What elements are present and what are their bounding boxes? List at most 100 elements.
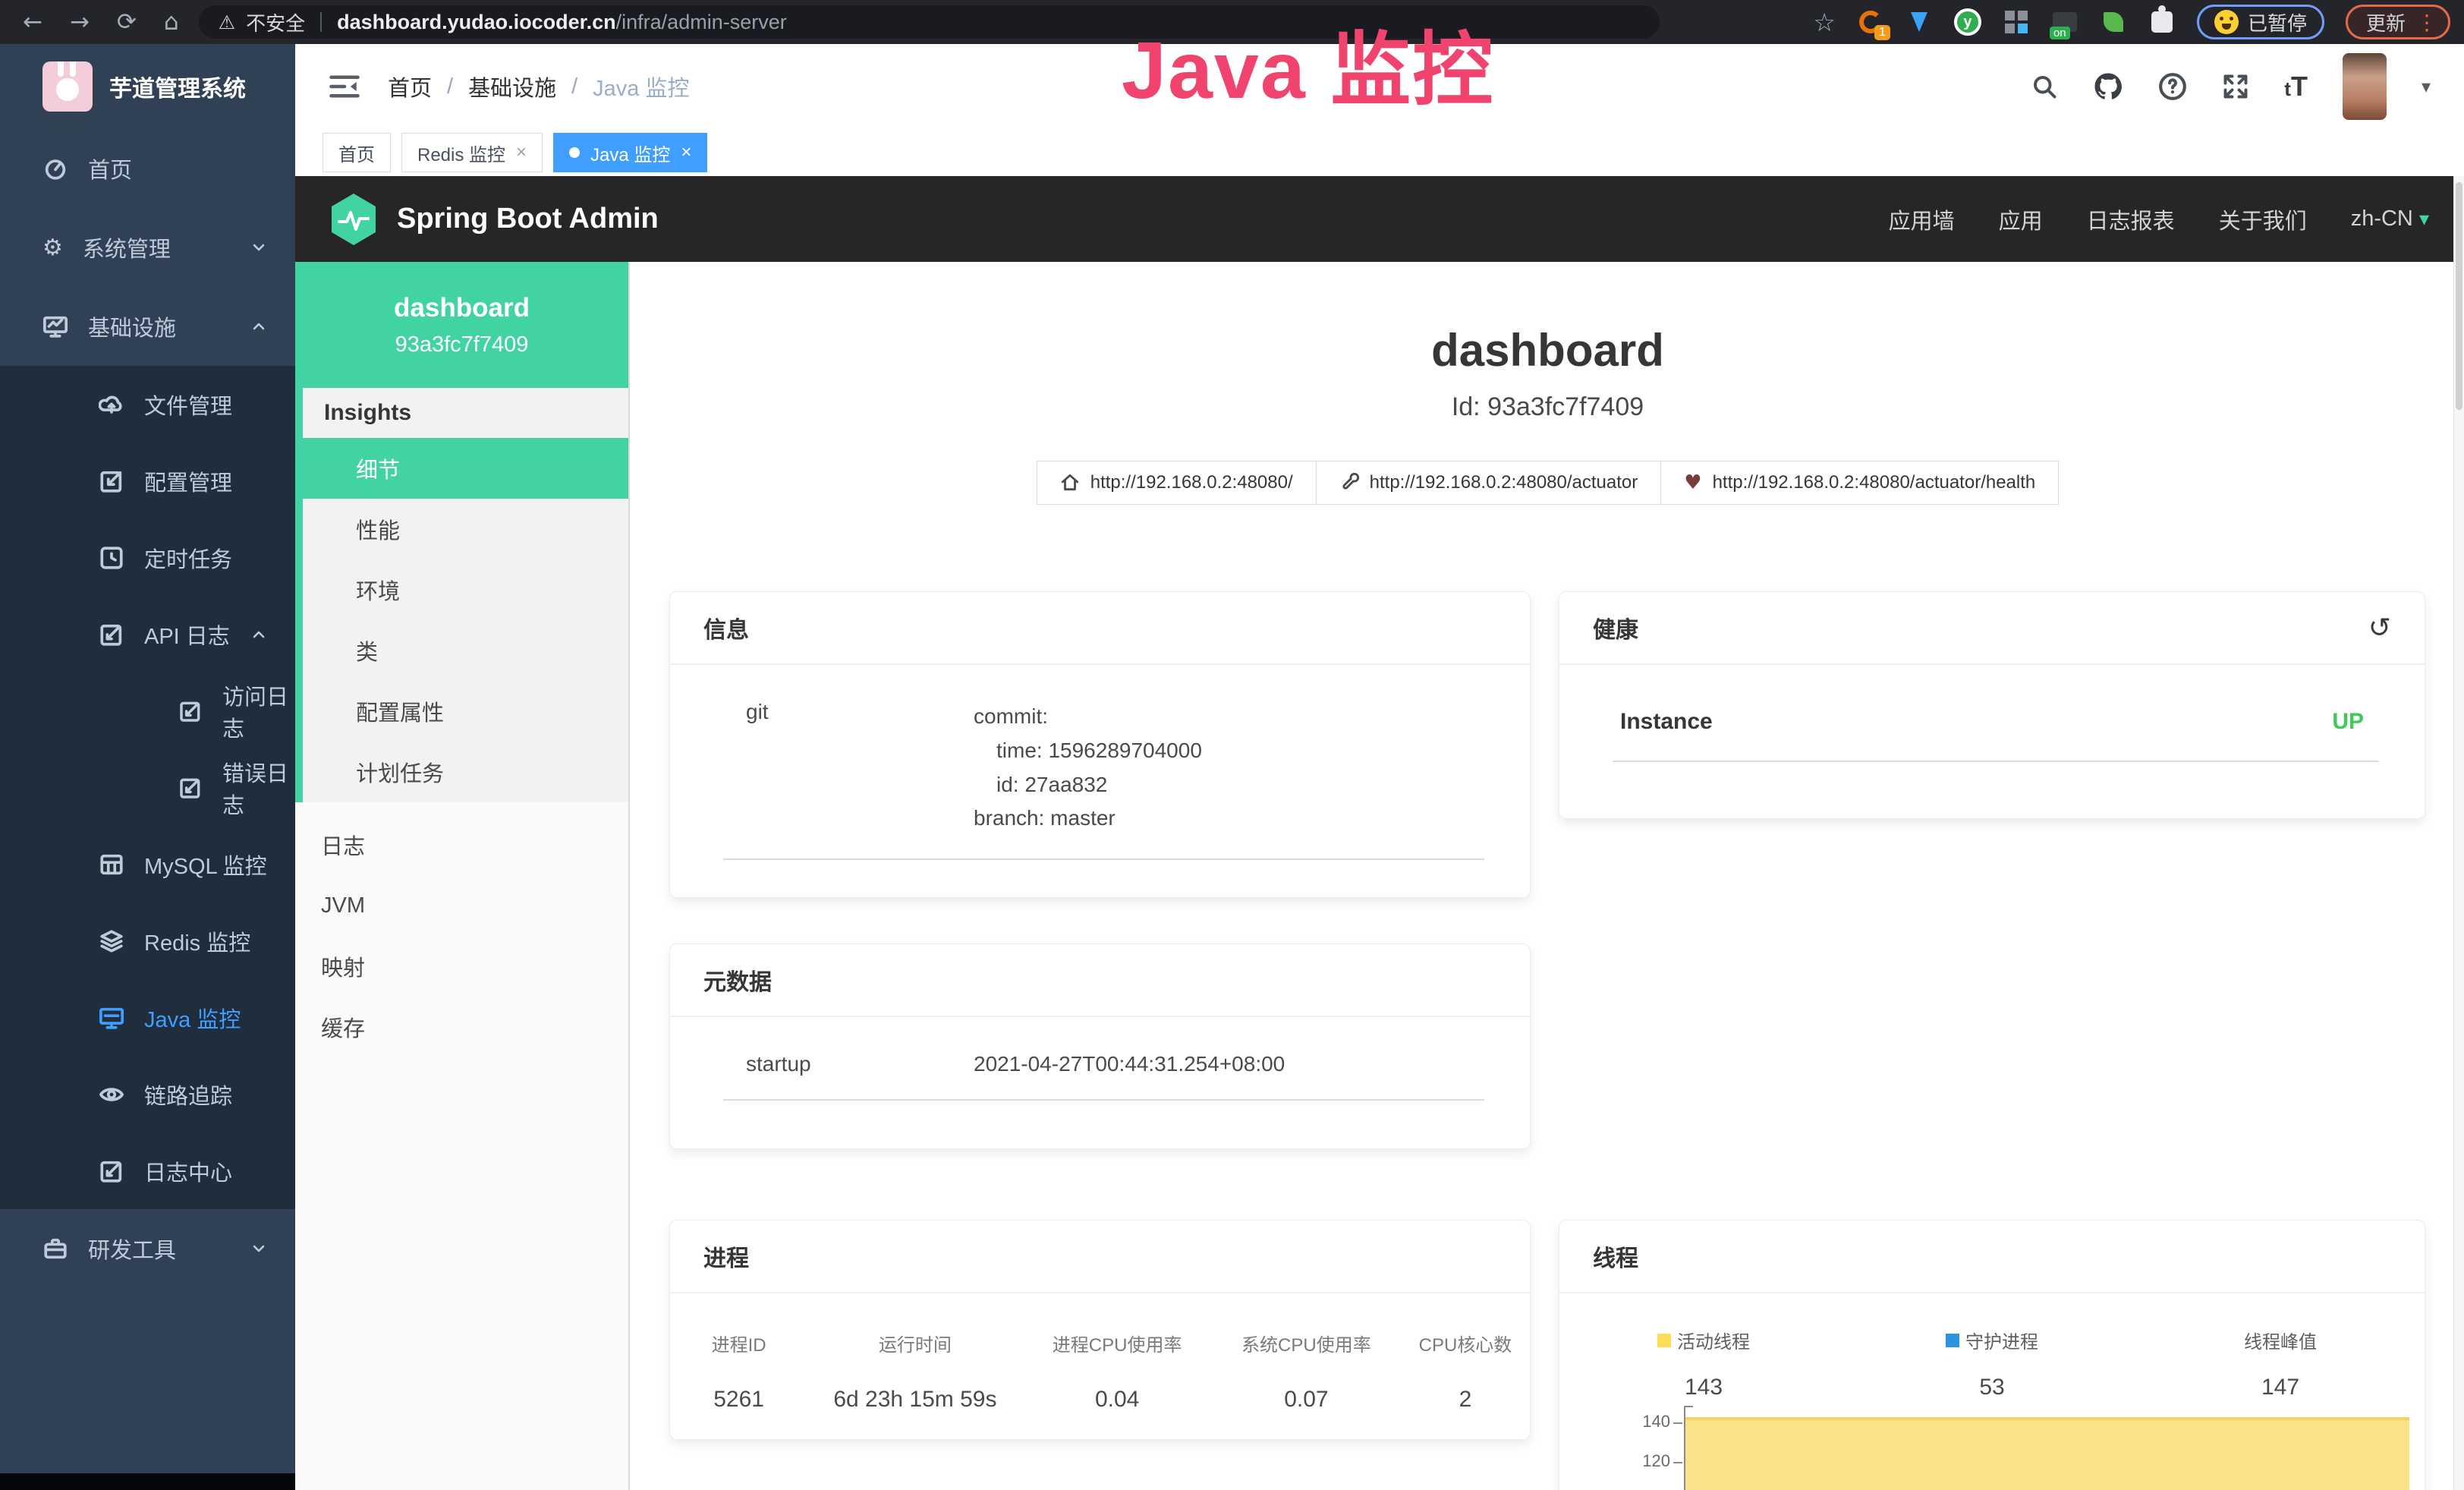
scrollbar[interactable] [2453,176,2464,1490]
bookmark-star-icon[interactable]: ☆ [1813,8,1836,37]
process-card-title: 进程 [670,1221,1530,1293]
live-threads-area [1685,1417,2409,1490]
browser-nav: ← → ⟳ ⌂ [0,8,199,36]
sidebar-item-devtools[interactable]: 研发工具 [0,1209,295,1288]
github-icon[interactable] [2093,71,2123,102]
extension-grid-icon[interactable] [2003,8,2030,36]
y-tick-label: 140 [1625,1412,1670,1432]
col-header: 运行时间 [807,1330,1022,1356]
close-icon[interactable]: × [681,142,691,163]
y-tick [1673,1462,1682,1463]
user-menu-caret-icon[interactable]: ▾ [2422,76,2431,97]
sidebar-item-mysql[interactable]: MySQL 监控 [0,826,295,903]
sba-item-metrics[interactable]: 性能 [303,499,628,559]
system-cpu: 0.07 [1212,1387,1401,1413]
home-icon [1060,473,1080,493]
browser-menu-icon[interactable]: ⋮ [2416,10,2437,35]
sba-nav-wallboard[interactable]: 应用墙 [1889,203,1955,235]
edit-icon [178,699,203,723]
metadata-card: 元数据 startup 2021-04-27T00:44:31.254+08:0… [669,943,1531,1149]
breadcrumb-home[interactable]: 首页 [388,71,432,102]
health-status-badge: UP [2332,709,2364,735]
sba-nav-applications[interactable]: 应用 [1999,203,2043,235]
instance-title: dashboard [631,324,2464,376]
sba-item-classes[interactable]: 类 [303,620,628,681]
dashboard-icon [42,156,68,181]
git-info-row: git commit: time: 1596289704000 id: 27aa… [670,665,1530,836]
reload-icon[interactable]: ⟳ [117,8,137,36]
extension-y-icon[interactable]: y [1954,8,1981,36]
cpu-cores: 2 [1401,1387,1530,1413]
tag-home[interactable]: 首页 [323,133,391,172]
extension-leaf-icon[interactable] [2100,8,2127,36]
sba-item-environment[interactable]: 环境 [303,559,628,620]
instance-home-url-button[interactable]: http://192.168.0.2:48080/ [1037,461,1317,505]
sidebar-item-tracing[interactable]: 链路追踪 [0,1056,295,1132]
font-size-icon[interactable]: tT [2284,71,2308,102]
fullscreen-icon[interactable] [2222,73,2249,100]
sidebar-item-redis[interactable]: Redis 监控 [0,903,295,979]
sidebar-item-infra[interactable]: 基础设施 [0,287,295,366]
browser-update-button[interactable]: 更新 ⋮ [2346,5,2450,39]
monitor-icon [42,313,68,339]
tag-redis-monitor[interactable]: Redis 监控 × [401,133,543,172]
active-dot [569,147,580,158]
hamburger-collapse-icon[interactable] [329,73,360,100]
sidebar-item-system[interactable]: ⚙ 系统管理 [0,208,295,287]
legend-swatch-yellow [1657,1334,1671,1347]
home-icon[interactable]: ⌂ [164,8,179,36]
sba-nav-about[interactable]: 关于我们 [2219,203,2307,235]
sba-item-caches[interactable]: 缓存 [295,997,628,1057]
forward-icon[interactable]: → [70,8,90,36]
history-icon[interactable]: ↺ [2368,613,2391,644]
process-cpu: 0.04 [1023,1387,1212,1413]
breadcrumb-infra[interactable]: 基础设施 [468,71,556,102]
sba-nav: 应用墙 应用 日志报表 关于我们 zh-CN ▾ [1889,203,2429,235]
instance-actuator-url-button[interactable]: http://192.168.0.2:48080/actuator [1316,461,1662,505]
sidebar-item-config[interactable]: 配置管理 [0,443,295,519]
sidebar-item-api-log[interactable]: API 日志 [0,596,295,673]
sba-item-mappings[interactable]: 映射 [295,936,628,997]
sidebar-submenu-infra: 文件管理 配置管理 定时任务 API 日志 访问日志 错误日志 MySQL 监控 [0,366,295,1209]
info-card-title: 信息 [670,592,1530,665]
layers-icon [99,928,124,954]
chevron-up-icon [251,319,266,334]
sidebar-item-error-log[interactable]: 错误日志 [0,749,295,826]
sidebar-item-jobs[interactable]: 定时任务 [0,519,295,596]
sba-locale-select[interactable]: zh-CN ▾ [2351,206,2429,232]
col-header: 系统CPU使用率 [1212,1330,1401,1356]
close-icon[interactable]: × [516,142,527,163]
tag-java-monitor[interactable]: Java 监控 × [553,133,707,172]
sba-app-header[interactable]: dashboard 93a3fc7f7409 [295,262,628,388]
sba-nav-journal[interactable]: 日志报表 [2087,203,2175,235]
help-icon[interactable] [2158,72,2187,101]
sidebar-item-log-center[interactable]: 日志中心 [0,1132,295,1209]
user-avatar[interactable] [2343,53,2387,120]
extension-pin-icon[interactable] [1905,8,1933,36]
sba-item-jvm[interactable]: JVM [295,875,628,936]
sba-item-logging[interactable]: 日志 [295,814,628,875]
sidebar-item-files[interactable]: 文件管理 [0,366,295,443]
chevron-down-icon [251,240,266,255]
profile-paused-pill[interactable]: 已暂停 [2197,5,2324,39]
sba-item-config-props[interactable]: 配置属性 [303,681,628,742]
insecure-warning-icon: ⚠ [219,11,235,33]
sba-item-details[interactable]: 细节 [303,438,628,499]
metadata-card-title: 元数据 [670,944,1530,1017]
extension-on-icon[interactable]: on [2051,8,2079,36]
chevron-up-icon [251,627,266,642]
extension-puzzle-icon[interactable] [2148,8,2176,36]
info-value: commit: time: 1596289704000 id: 27aa832 … [974,700,1202,836]
back-icon[interactable]: ← [23,8,42,36]
sidebar-item-home[interactable]: 首页 [0,129,295,208]
sidebar-item-java-monitor[interactable]: Java 监控 [0,979,295,1056]
search-icon[interactable] [2031,73,2058,100]
sba-item-scheduled-tasks[interactable]: 计划任务 [303,742,628,802]
threads-daemon-value: 53 [1848,1375,2136,1400]
instance-health-url-button[interactable]: ♥ http://192.168.0.2:48080/actuator/heal… [1660,461,2059,505]
extension-c-icon[interactable]: 1 [1857,8,1884,36]
sidebar-item-access-log[interactable]: 访问日志 [0,673,295,749]
divider [723,1099,1484,1101]
chevron-down-icon [251,1241,266,1256]
scrollbar-thumb[interactable] [2456,182,2462,410]
